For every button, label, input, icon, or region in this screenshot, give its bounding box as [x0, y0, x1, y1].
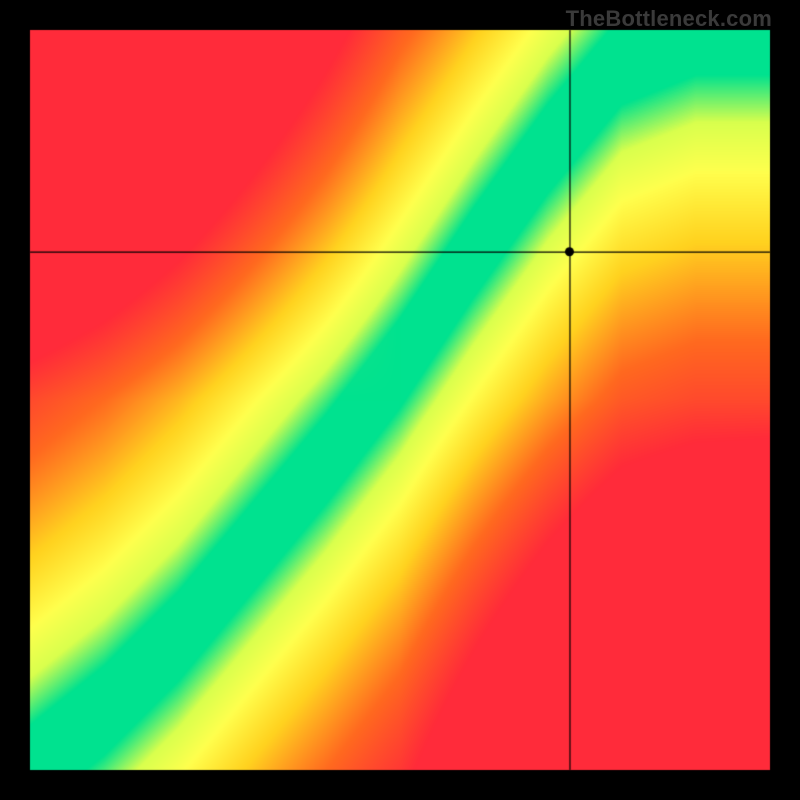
chart-container: TheBottleneck.com [0, 0, 800, 800]
watermark-label: TheBottleneck.com [566, 6, 772, 32]
crosshair-overlay [0, 0, 800, 800]
